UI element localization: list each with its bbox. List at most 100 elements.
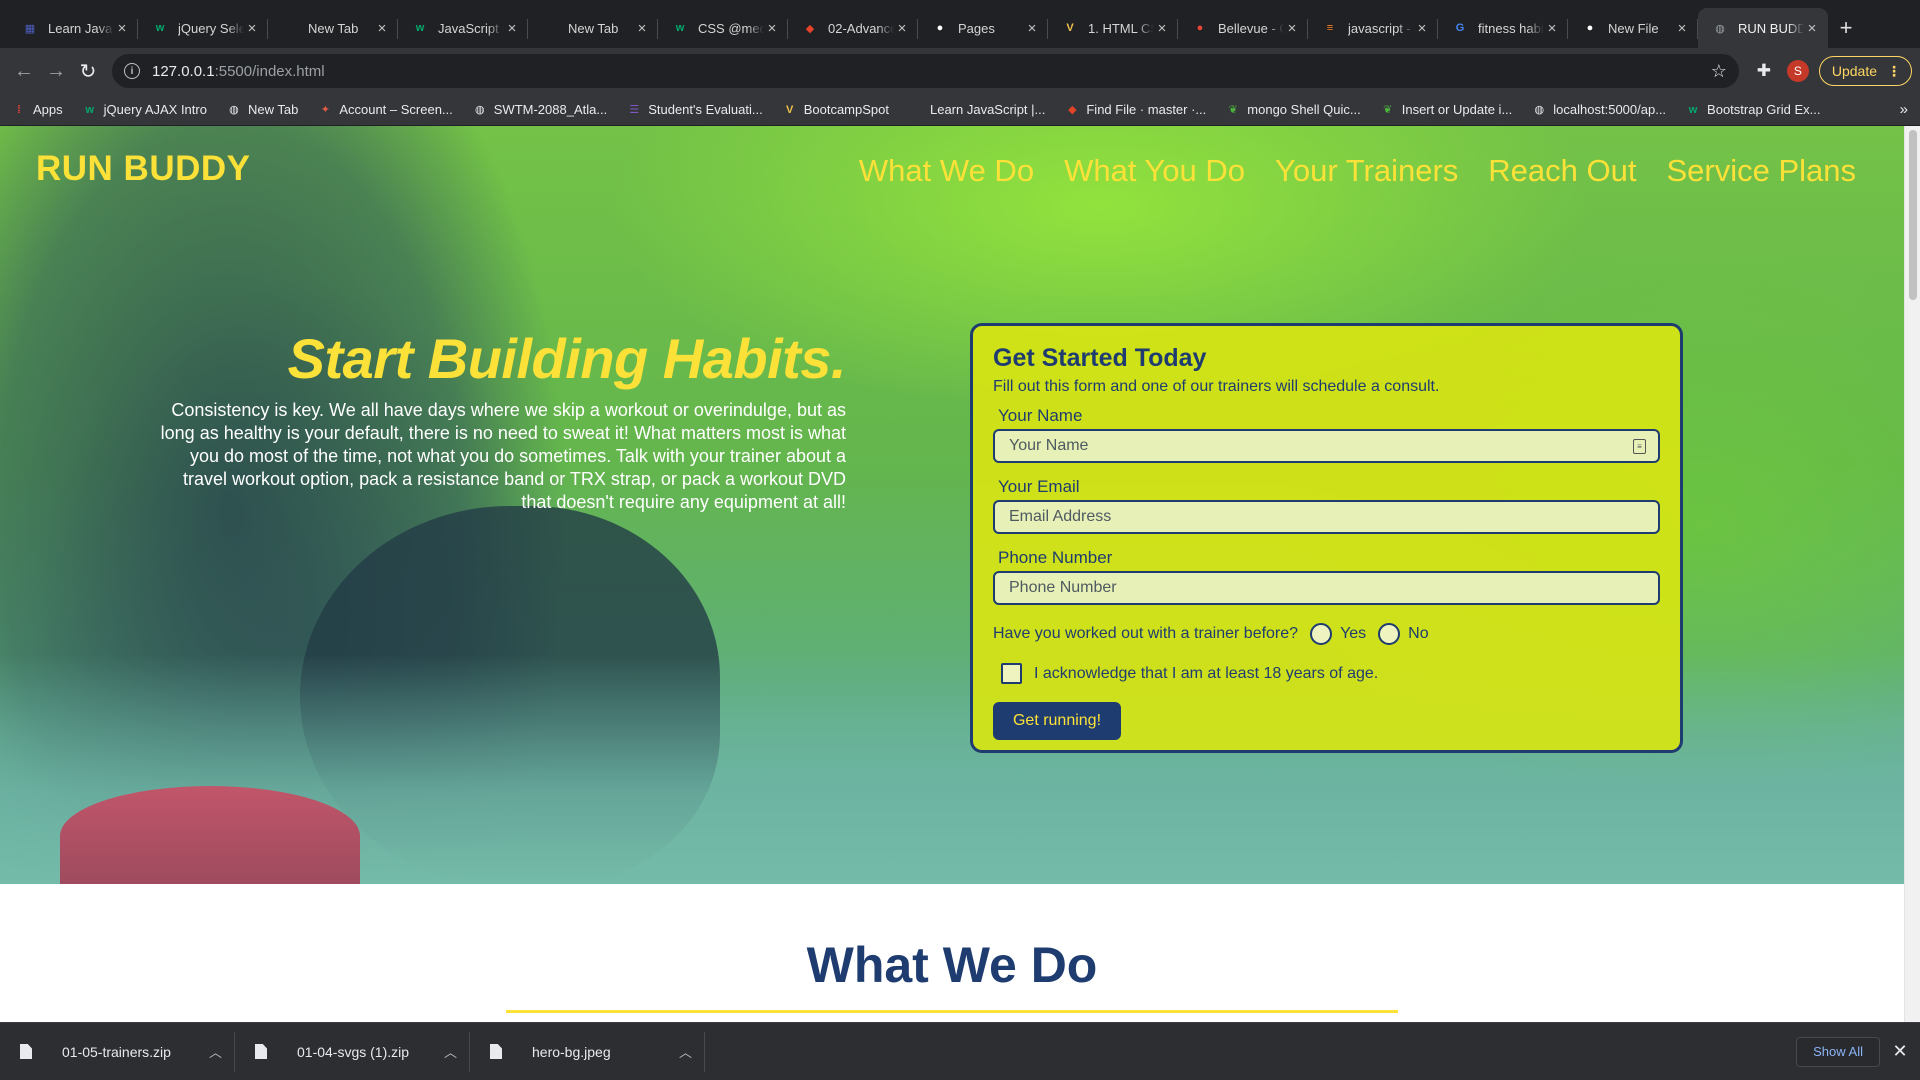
close-tab-icon[interactable]: × bbox=[1674, 20, 1690, 37]
browser-tab[interactable]: ◍ RUN BUDDY× bbox=[1698, 8, 1828, 48]
autofill-contact-icon[interactable]: ≡ bbox=[1633, 439, 1646, 454]
email-input[interactable]: Email Address bbox=[993, 500, 1660, 534]
page-scrollbar[interactable] bbox=[1904, 126, 1920, 1022]
browser-tab[interactable]: New Tab × bbox=[268, 8, 398, 48]
show-all-downloads-button[interactable]: Show All bbox=[1796, 1036, 1880, 1067]
browser-tab[interactable]: ● Pages × bbox=[918, 8, 1048, 48]
gitlab-icon: ◆ bbox=[805, 22, 815, 35]
chevron-up-icon[interactable]: ︿ bbox=[679, 1042, 692, 1061]
bookmark-item[interactable]: ◍ New Tab bbox=[227, 102, 298, 117]
close-tab-icon[interactable]: × bbox=[764, 20, 780, 37]
bookmark-item[interactable]: ◍ SWTM-2088_Atla... bbox=[473, 102, 607, 117]
bookmark-item[interactable]: V BootcampSpot bbox=[783, 102, 889, 117]
bookmark-item[interactable]: ◆ Find File · master ·... bbox=[1065, 102, 1206, 117]
close-tab-icon[interactable]: × bbox=[504, 20, 520, 37]
browser-tab[interactable]: w CSS @media Rule× bbox=[658, 8, 788, 48]
main-nav: What We Do What You Do Your Trainers Rea… bbox=[829, 153, 1856, 189]
browser-tab[interactable]: V 1. HTML CSS× bbox=[1048, 8, 1178, 48]
bookmark-item[interactable]: w jQuery AJAX Intro bbox=[83, 102, 207, 117]
file-icon bbox=[490, 1044, 502, 1059]
nav-link-reach-out[interactable]: Reach Out bbox=[1488, 153, 1636, 189]
name-input[interactable]: Your Name ≡ bbox=[993, 429, 1660, 463]
close-tab-icon[interactable]: × bbox=[114, 20, 130, 37]
w3schools-icon: w bbox=[415, 22, 425, 34]
get-running-button[interactable]: Get running! bbox=[993, 702, 1121, 740]
nav-link-service-plans[interactable]: Service Plans bbox=[1666, 153, 1856, 189]
age-ack-checkbox[interactable] bbox=[1001, 663, 1022, 684]
chevron-up-icon[interactable]: ︿ bbox=[209, 1042, 222, 1061]
close-tab-icon[interactable]: × bbox=[1804, 20, 1820, 37]
close-tab-icon[interactable]: × bbox=[1414, 20, 1430, 37]
close-tab-icon[interactable]: × bbox=[374, 20, 390, 37]
bookmark-label: mongo Shell Quic... bbox=[1247, 102, 1361, 117]
bookmark-item[interactable]: ▦ Learn JavaScript |... bbox=[909, 102, 1046, 117]
trainer-question-row: Have you worked out with a trainer befor… bbox=[993, 623, 1660, 645]
extensions-button[interactable]: ✚ bbox=[1747, 54, 1781, 88]
what-we-do-heading: What We Do bbox=[806, 937, 1098, 993]
chevron-up-icon[interactable]: ︿ bbox=[444, 1042, 457, 1061]
nav-link-what-you-do[interactable]: What You Do bbox=[1064, 153, 1245, 189]
browser-tab[interactable]: w jQuery Selectors× bbox=[138, 8, 268, 48]
bookmark-item[interactable]: ⁞ Apps bbox=[12, 102, 62, 117]
tab-strip: ▦Learn JavaScript×wjQuery Selectors×New … bbox=[0, 0, 1920, 48]
bookmark-item[interactable]: ✦ Account – Screen... bbox=[318, 102, 453, 117]
profile-avatar[interactable]: S bbox=[1786, 60, 1809, 82]
form-title: Get Started Today bbox=[993, 344, 1207, 372]
trainer-no-radio[interactable] bbox=[1378, 623, 1401, 645]
close-tab-icon[interactable]: × bbox=[1284, 20, 1300, 37]
close-tab-icon[interactable]: × bbox=[1154, 20, 1170, 37]
nav-link-what-we-do[interactable]: What We Do bbox=[859, 153, 1034, 189]
bookmark-item[interactable]: ❦ Insert or Update i... bbox=[1381, 102, 1512, 117]
brand-logo[interactable]: RUN BUDDY bbox=[36, 149, 251, 189]
nav-link-your-trainers[interactable]: Your Trainers bbox=[1275, 153, 1458, 189]
trainer-yes-radio[interactable] bbox=[1310, 623, 1333, 645]
close-tab-icon[interactable]: × bbox=[1024, 20, 1040, 37]
bookmark-item[interactable]: w Bootstrap Grid Ex... bbox=[1686, 102, 1821, 117]
file-icon bbox=[255, 1044, 267, 1059]
new-tab-button[interactable]: + bbox=[1828, 8, 1864, 48]
bookmark-label: SWTM-2088_Atla... bbox=[493, 102, 608, 117]
trainer-yes-label[interactable]: Yes bbox=[1340, 625, 1366, 643]
bookmarks-overflow-button[interactable]: » bbox=[1900, 101, 1908, 118]
close-shelf-icon[interactable]: ✕ bbox=[1880, 1041, 1920, 1062]
tab-title: javascript - Stack Overflow bbox=[1348, 20, 1414, 36]
apps-grid-icon: ⁞ bbox=[17, 103, 21, 116]
bookmark-item[interactable]: ◍ localhost:5000/ap... bbox=[1532, 102, 1666, 117]
browser-tab[interactable]: ≡ javascript - Stack Overflow× bbox=[1308, 8, 1438, 48]
globe-icon: ◍ bbox=[1715, 22, 1725, 35]
browser-tab[interactable]: ● New File × bbox=[1568, 8, 1698, 48]
close-tab-icon[interactable]: × bbox=[894, 20, 910, 37]
back-button[interactable]: ← bbox=[8, 55, 40, 87]
browser-tab[interactable]: ▦ Learn JavaScript× bbox=[8, 8, 138, 48]
trainer-no-label[interactable]: No bbox=[1408, 625, 1428, 643]
browser-tab[interactable]: ● Bellevue - Google Maps× bbox=[1178, 8, 1308, 48]
scrollbar-thumb[interactable] bbox=[1909, 130, 1917, 300]
bookmark-item[interactable]: ☰ Student's Evaluati... bbox=[627, 102, 762, 117]
tab-title: Bellevue - Google Maps bbox=[1218, 20, 1284, 36]
bookmark-star-icon[interactable]: ☆ bbox=[1711, 61, 1727, 82]
phone-input[interactable]: Phone Number bbox=[993, 571, 1660, 605]
reload-button[interactable]: ↻ bbox=[72, 55, 104, 87]
download-item[interactable]: 01-05-trainers.zip ︿ bbox=[0, 1031, 235, 1072]
close-tab-icon[interactable]: × bbox=[634, 20, 650, 37]
age-ack-label[interactable]: I acknowledge that I am at least 18 year… bbox=[1034, 665, 1378, 683]
bookmark-item[interactable]: ❦ mongo Shell Quic... bbox=[1226, 102, 1361, 117]
download-item[interactable]: 01-04-svgs (1).zip ︿ bbox=[235, 1031, 470, 1072]
forward-button[interactable]: → bbox=[40, 55, 72, 87]
update-button[interactable]: Update ⋮ bbox=[1818, 56, 1912, 86]
close-tab-icon[interactable]: × bbox=[1544, 20, 1560, 37]
browser-tab[interactable]: ◆ 02-Advanced× bbox=[788, 8, 918, 48]
globe-icon: ◍ bbox=[1534, 104, 1545, 116]
bookmark-label: Learn JavaScript |... bbox=[929, 102, 1046, 117]
mongo-leaf-icon: ❦ bbox=[1383, 104, 1393, 116]
plus-icon: + bbox=[1839, 15, 1853, 40]
site-info-icon[interactable]: i bbox=[124, 63, 140, 79]
browser-tab[interactable]: w JavaScript Functions× bbox=[398, 8, 528, 48]
address-bar[interactable]: i 127.0.0.1:5500/index.html ☆ bbox=[112, 54, 1739, 88]
email-label: Your Email bbox=[998, 477, 1080, 496]
browser-tab[interactable]: New Tab × bbox=[528, 8, 658, 48]
browser-tab[interactable]: Gfitness habits× bbox=[1438, 8, 1568, 48]
download-item[interactable]: hero-bg.jpeg ︿ bbox=[470, 1031, 705, 1072]
name-placeholder: Your Name bbox=[1009, 437, 1089, 454]
close-tab-icon[interactable]: × bbox=[244, 20, 260, 37]
